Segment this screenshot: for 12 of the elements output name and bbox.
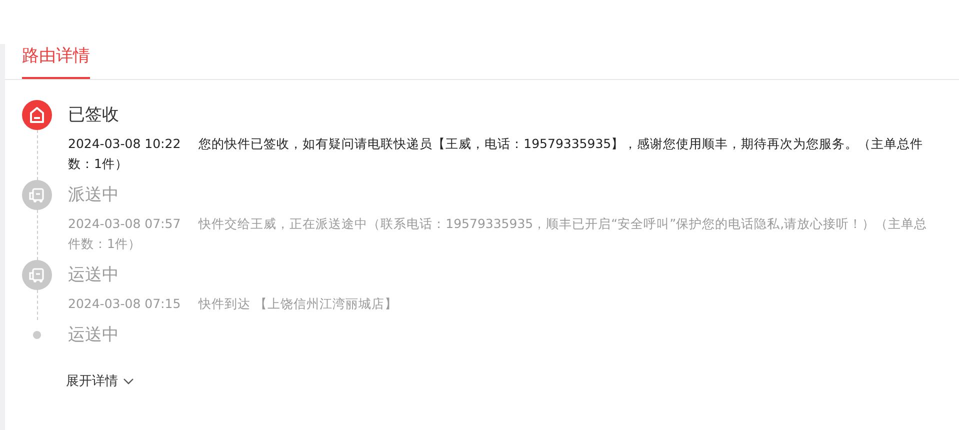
tab[interactable]: 路由详情 [22, 44, 90, 78]
chevron-down-icon [123, 378, 134, 385]
status-title: 运送中 [68, 324, 119, 346]
status-title: 运送中 [68, 264, 120, 286]
house-icon [22, 100, 52, 130]
event-description: 2024-03-08 10:22 您的快件已签收，如有疑问请电联快递员【王威，电话：19579335935】，感谢您使用顺丰，期待再次为您服务。（主单总件数：1件） [68, 134, 924, 172]
timeline-dot [33, 330, 41, 338]
event-description: 2024-03-08 07:15 快件到达 【上饶信州江湾丽城店】 [68, 294, 398, 312]
event-description: 2024-03-08 07:57 快件交给王威，正在派送途中（联系电话：19579335935，顺丰已开启“安全呼叫”保护您的电话隐私,请放心接听！）（主单总件数：1件） [68, 214, 928, 252]
expand-details-link[interactable]: 展开详情 [66, 372, 134, 391]
status-title: 已签收 [68, 104, 120, 126]
status-title: 派送中 [68, 184, 120, 206]
